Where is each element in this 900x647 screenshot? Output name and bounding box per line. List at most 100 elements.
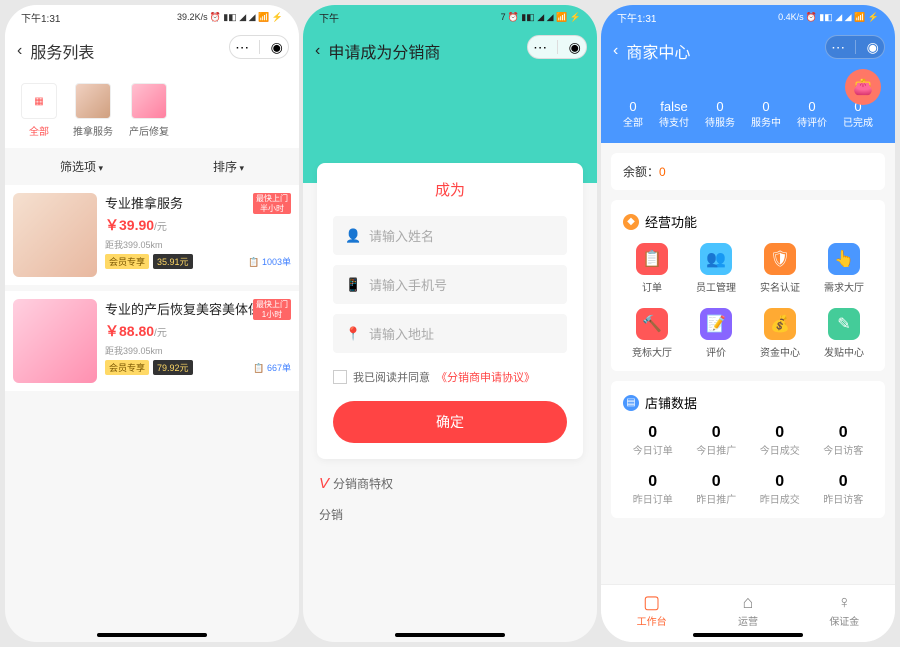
name-field[interactable]: 👤 请输入姓名	[333, 216, 567, 255]
service-distance: 距我399.05km	[105, 344, 291, 357]
data-metric: 0今日推广	[687, 424, 747, 457]
category-massage[interactable]: 推拿服务	[73, 83, 113, 138]
metric-number: 0	[687, 473, 747, 491]
tab-icon: ♀	[829, 592, 859, 613]
close-icon[interactable]: ◉	[569, 39, 581, 56]
panel-icon: ▤	[623, 395, 639, 411]
metric-label: 昨日订单	[623, 491, 683, 506]
category-postpartum[interactable]: 产后修复	[129, 83, 169, 138]
filter-options[interactable]: 筛选项	[60, 158, 103, 175]
panel-icon: ◆	[623, 214, 639, 230]
tab-运营[interactable]: ⌂运营	[738, 592, 758, 628]
data-metric: 0昨日访客	[814, 473, 874, 506]
category-all[interactable]: ▦全部	[21, 83, 57, 138]
function-item[interactable]: 📝评价	[687, 308, 745, 359]
service-item[interactable]: 最快上门半小时 专业推拿服务 ￥39.90/元 距我399.05km 会员专享 …	[5, 185, 299, 285]
home-indicator[interactable]	[395, 633, 505, 637]
function-item[interactable]: 💰资金中心	[751, 308, 809, 359]
order-stat[interactable]: 0 待服务	[705, 99, 735, 129]
function-item[interactable]: 📋 订单	[623, 243, 681, 294]
merchant-avatar[interactable]: 👛	[845, 69, 881, 105]
function-item[interactable]: 👥员工管理	[687, 243, 745, 294]
back-icon[interactable]: ‹	[315, 42, 320, 60]
data-metric: 0今日订单	[623, 424, 683, 457]
service-item[interactable]: 最快上门1小时 专业的产后恢复美容美体保健… ￥88.80/元 距我399.05…	[5, 291, 299, 391]
category-row: ▦全部 推拿服务 产后修复	[5, 73, 299, 148]
data-metric: 0今日访客	[814, 424, 874, 457]
function-label: 需求大厅	[815, 279, 873, 294]
home-indicator[interactable]	[693, 633, 803, 637]
phone-icon: 📱	[345, 277, 359, 293]
order-stat[interactable]: 0服务中	[751, 99, 781, 129]
function-item[interactable]: ✎发贴中心	[815, 308, 873, 359]
stat-label: 待支付	[659, 118, 689, 129]
status-right: 7 ⏰ ▮◧ ◢ ◢ 📶 ⚡	[501, 12, 581, 23]
agreement-checkbox[interactable]	[333, 370, 347, 384]
user-icon: 👤	[345, 228, 359, 244]
status-time: 下午1:31	[617, 10, 656, 25]
speed-badge: 最快上门1小时	[253, 299, 291, 320]
address-field[interactable]: 📍请输入地址	[333, 314, 567, 353]
status-bar: 下午 7 ⏰ ▮◧ ◢ ◢ 📶 ⚡	[303, 5, 597, 29]
order-stat[interactable]: false 待支付	[659, 99, 689, 129]
tab-保证金[interactable]: ♀保证金	[829, 592, 859, 628]
section-title: 分销商特权	[333, 477, 393, 491]
agreement-link[interactable]: 《分销商申请协议》	[436, 369, 535, 385]
metric-label: 昨日访客	[814, 491, 874, 506]
vip-tag: 会员专享	[105, 360, 149, 375]
tab-icon: ⌂	[738, 592, 758, 613]
section-body: 分销	[319, 506, 581, 523]
data-metric: 0昨日订单	[623, 473, 683, 506]
balance-label: 余额：	[623, 165, 659, 179]
tag-row: 会员专享 35.91元 📋 1003单	[105, 254, 291, 269]
home-indicator[interactable]	[97, 633, 207, 637]
stat-label: 待服务	[705, 118, 735, 129]
status-time: 下午1:31	[21, 10, 60, 25]
metric-label: 今日推广	[687, 442, 747, 457]
balance-value: 0	[659, 165, 666, 179]
vip-tag: 会员专享	[105, 254, 149, 269]
placeholder: 请输入地址	[369, 324, 434, 343]
function-icon: 📋	[636, 243, 668, 275]
tab-工作台[interactable]: ▢工作台	[637, 592, 667, 628]
data-metric: 0今日成交	[750, 424, 810, 457]
function-label: 评价	[687, 344, 745, 359]
miniprogram-capsule[interactable]: ⋯◉	[825, 35, 885, 59]
tag-row: 会员专享 79.92元 📋 667单	[105, 360, 291, 375]
moreer-icon[interactable]: ⋯	[533, 39, 547, 56]
privileges-section: V分销商特权 分销	[303, 459, 597, 539]
service-price: ￥88.80/元	[105, 321, 291, 341]
function-label: 订单	[623, 279, 681, 294]
close-icon[interactable]: ◉	[271, 39, 283, 56]
phone-field[interactable]: 📱请输入手机号	[333, 265, 567, 304]
status-right: 39.2K/s ⏰ ▮◧ ◢ ◢ 📶 ⚡	[177, 12, 283, 23]
functions-panel: ◆经营功能 📋订单👥员工管理🛡实名认证👆需求大厅🔨竞标大厅📝评价💰资金中心✎发贴…	[611, 200, 885, 371]
filter-sort[interactable]: 排序	[213, 158, 244, 175]
order-count: 📋 1003单	[248, 255, 291, 268]
function-item[interactable]: 👆需求大厅	[815, 243, 873, 294]
back-icon[interactable]: ‹	[17, 42, 22, 60]
more-icon[interactable]: ⋯	[831, 39, 845, 56]
function-item[interactable]: 🔨竞标大厅	[623, 308, 681, 359]
order-stat[interactable]: 0全部	[623, 99, 643, 129]
more-icon[interactable]: ⋯	[235, 39, 249, 56]
close-icon[interactable]: ◉	[867, 39, 879, 56]
miniprogram-capsule[interactable]: ⋯◉	[527, 35, 587, 59]
metric-number: 0	[750, 473, 810, 491]
status-bar: 下午1:31 0.4K/s ⏰ ▮◧ ◢ ◢ 📶 ⚡	[601, 5, 895, 29]
merchant-header: 👛 0全部false待支付0待服务0服务中0待评价0已完成	[601, 73, 895, 143]
placeholder: 请输入姓名	[369, 226, 434, 245]
tab-label: 工作台	[637, 617, 667, 628]
order-stat[interactable]: 0待评价	[797, 99, 827, 129]
balance-bar[interactable]: 余额：0	[611, 153, 885, 190]
miniprogram-capsule[interactable]: ⋯◉	[229, 35, 289, 59]
submit-button[interactable]: 确定	[333, 401, 567, 443]
function-item[interactable]: 🛡实名认证	[751, 243, 809, 294]
stat-number: 0	[705, 99, 735, 114]
page-title: 服务列表	[30, 39, 94, 63]
metric-number: 0	[623, 424, 683, 442]
back-icon[interactable]: ‹	[613, 42, 618, 60]
stat-number: 0	[623, 99, 643, 114]
stat-number: false	[659, 99, 689, 114]
vip-price-tag: 79.92元	[153, 360, 193, 375]
